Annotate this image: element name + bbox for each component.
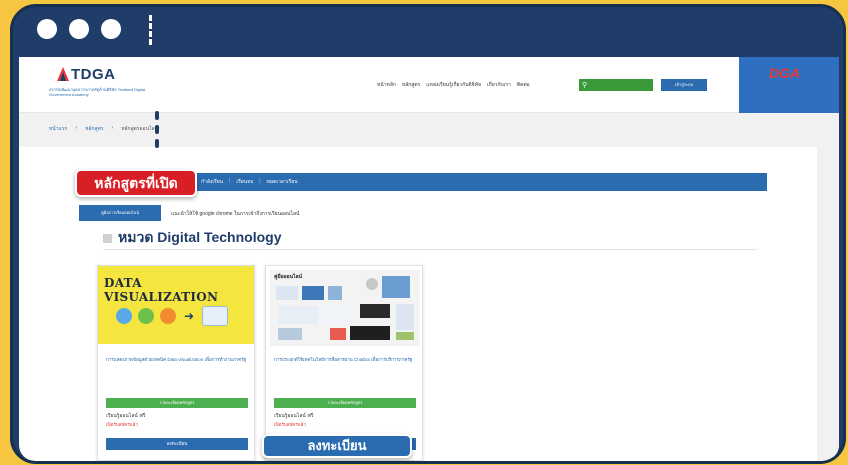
course-status: เปิดรับสมัครแล้ว [106, 422, 138, 427]
course-card[interactable]: คู่มือออนไลน์ การประยุกต์ใช้เทคโนโลยีการ… [265, 265, 423, 461]
thumbnail-panel [302, 286, 324, 300]
thumbnail-graphic: ➜ [116, 306, 229, 326]
category-square-icon [103, 233, 112, 243]
monitor-icon [202, 306, 229, 326]
thumbnail-panel [366, 278, 378, 290]
login-button[interactable]: เข้าสู่ระบบ [661, 79, 707, 91]
nav-item[interactable]: แหล่งเรียนรู้เกี่ยวกับดิจิทัล [426, 81, 481, 89]
course-tabs: กำลังเรียน | เรียนจบ | หมดเวลาเรียน [201, 178, 298, 186]
nav-item[interactable]: เกี่ยวกับเรา [487, 81, 511, 89]
nav-item[interactable]: หลักสูตร [402, 81, 420, 89]
logo-subtitle: สถาบันพัฒนาบุคลากรภาครัฐด้านดิจิทัล Thai… [49, 87, 146, 97]
category-heading: หมวด Digital Technology [103, 227, 282, 249]
tab-expired[interactable]: หมดเวลาเรียน [267, 178, 298, 186]
dga-logo: DGA [769, 65, 801, 81]
breadcrumb-separator: › [111, 125, 114, 131]
course-card[interactable]: DATA VISUALIZATION ➜ การแสดงภาพข้อมูลด้ว… [97, 265, 255, 461]
thumbnail-title: คู่มือออนไลน์ [274, 274, 303, 280]
window-dot-icon[interactable] [101, 19, 121, 39]
course-description[interactable]: การประยุกต์ใช้เทคโนโลยีการสื่อสารผ่าน Ch… [274, 356, 416, 363]
guide-segment [155, 125, 159, 134]
course-tab-bar: กำลังเรียน | เรียนจบ | หมดเวลาเรียน [113, 173, 767, 191]
manual-button[interactable]: คู่มือการเรียนออนไลน์ [79, 205, 161, 221]
tab-open-courses[interactable]: หลักสูตรที่เปิด [75, 169, 197, 197]
divider [103, 249, 757, 250]
thumbnail-panel [350, 326, 390, 340]
main-nav: หน้าหลัก หลักสูตร แหล่งเรียนรู้เกี่ยวกับ… [377, 81, 530, 89]
breadcrumb: หน้าแรก › หลักสูตร › หลักสูตรออนไลน์ [49, 125, 158, 133]
browser-hint: แนะนำให้ใช้ google chrome ในการเข้าถึงกา… [171, 211, 300, 217]
window-titlebar [13, 7, 843, 55]
window-dot-icon[interactable] [37, 19, 57, 39]
category-title: หมวด Digital Technology [118, 229, 282, 245]
search-icon: ⚲ [582, 82, 588, 89]
thumbnail-panel [396, 304, 414, 330]
tab-studying[interactable]: กำลังเรียน [201, 178, 223, 186]
breadcrumb-item[interactable]: หน้าแรก [49, 125, 67, 133]
arrow-right-icon: ➜ [184, 309, 195, 323]
thumbnail-panel [278, 328, 302, 340]
register-button[interactable]: ลงทะเบียน [106, 438, 248, 450]
breadcrumb-current: หลักสูตรออนไลน์ [121, 126, 158, 132]
page-sidebar-strip [817, 147, 839, 461]
thumbnail-title: DATA VISUALIZATION [104, 276, 219, 304]
site-logo[interactable]: TDGA [71, 66, 116, 83]
breadcrumb-item[interactable]: หลักสูตร [85, 125, 103, 133]
site-header: TDGA สถาบันพัฒนาบุคลากรภาครัฐด้านดิจิทัล… [19, 57, 839, 113]
course-detail-button[interactable]: รายละเอียดหลักสูตร [106, 398, 248, 408]
browser-window: TDGA สถาบันพัฒนาบุคลากรภาครัฐด้านดิจิทัล… [10, 4, 846, 464]
dashed-guide [155, 111, 161, 151]
register-callout-button[interactable]: ลงทะเบียน [262, 434, 412, 458]
circle-icon [138, 308, 154, 324]
web-page: TDGA สถาบันพัฒนาบุคลากรภาครัฐด้านดิจิทัล… [19, 57, 839, 461]
course-thumbnail[interactable]: คู่มือออนไลน์ [270, 270, 420, 346]
tab-separator: | [229, 178, 231, 184]
guide-segment [155, 139, 159, 148]
course-status: เปิดรับสมัครแล้ว [274, 422, 306, 427]
course-price: เรียนรู้ออนไลน์ ฟรี [106, 413, 146, 419]
thumbnail-panel [278, 306, 318, 324]
course-detail-button[interactable]: รายละเอียดหลักสูตร [274, 398, 416, 408]
tab-separator: | [259, 178, 261, 184]
thumbnail-panel [322, 306, 356, 324]
search-input[interactable]: ⚲ [579, 79, 653, 91]
dga-banner: DGA [739, 57, 839, 113]
nav-item[interactable]: หน้าหลัก [377, 81, 396, 89]
breadcrumb-separator: › [75, 125, 78, 131]
circle-icon [116, 308, 132, 324]
tab-completed[interactable]: เรียนจบ [236, 178, 253, 186]
thumbnail-panel [382, 276, 410, 298]
thumbnail-panel [396, 332, 414, 340]
thumbnail-panel [360, 304, 390, 318]
breadcrumb-bar: หน้าแรก › หลักสูตร › หลักสูตรออนไลน์ [19, 111, 839, 148]
guide-segment [155, 111, 159, 120]
circle-icon [160, 308, 176, 324]
course-thumbnail[interactable]: DATA VISUALIZATION ➜ [98, 266, 254, 344]
tdga-logo-icon [57, 67, 69, 81]
window-dot-icon[interactable] [69, 19, 89, 39]
thumbnail-panel [330, 328, 346, 340]
course-price: เรียนรู้ออนไลน์ ฟรี [274, 413, 314, 419]
dashed-guide [149, 15, 153, 45]
nav-item[interactable]: ติดต่อ [517, 81, 530, 89]
course-description[interactable]: การแสดงภาพข้อมูลด้วยเทคนิค Data Visualiz… [106, 356, 248, 363]
thumbnail-panel [276, 286, 298, 300]
thumbnail-panel [328, 286, 342, 300]
